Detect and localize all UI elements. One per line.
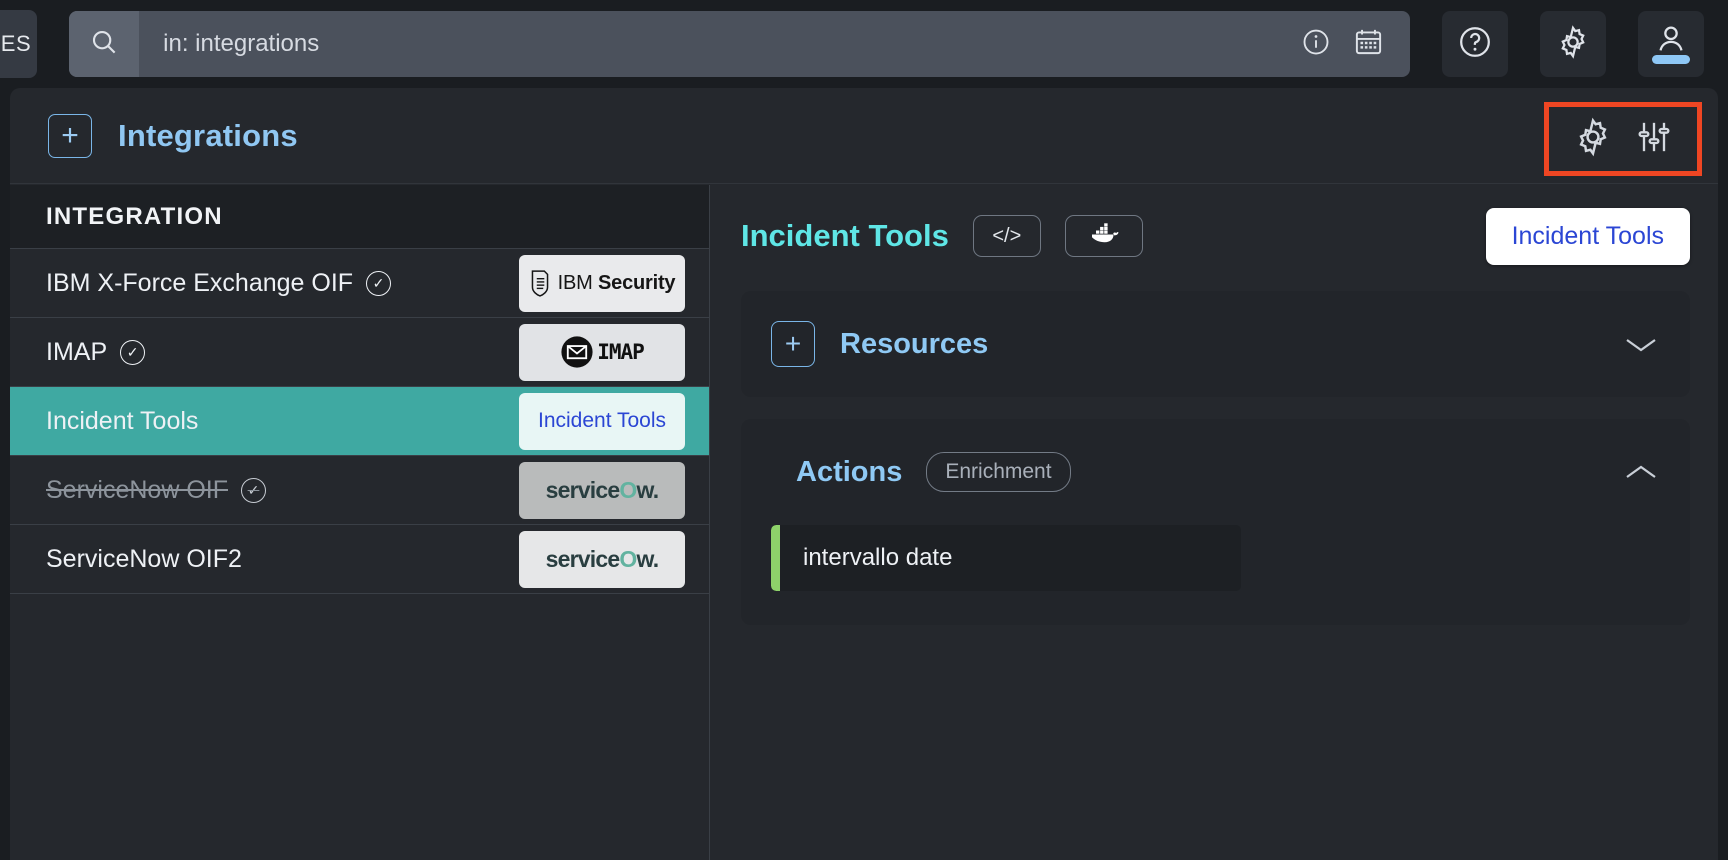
page-title: Integrations bbox=[118, 118, 298, 154]
add-resource-button[interactable]: + bbox=[771, 321, 815, 367]
chevron-up-icon[interactable] bbox=[1622, 460, 1660, 484]
search-input[interactable] bbox=[139, 11, 1275, 77]
code-icon: </> bbox=[992, 225, 1021, 248]
panel-tools-highlight bbox=[1544, 102, 1702, 176]
search-bar[interactable] bbox=[69, 11, 1410, 77]
actions-body: intervallo date bbox=[741, 525, 1690, 625]
detail-title: Incident Tools bbox=[741, 218, 949, 254]
integration-logo-text: serviceΟw. bbox=[546, 477, 659, 504]
docker-button[interactable] bbox=[1065, 215, 1143, 257]
verified-check-icon: ✓ bbox=[366, 271, 391, 296]
integration-name: IMAP ✓ bbox=[46, 338, 519, 367]
integration-name-text: ServiceNow OIF bbox=[46, 476, 228, 505]
status-badge: Incident Tools bbox=[1486, 208, 1690, 265]
docker-whale-icon bbox=[1087, 220, 1121, 252]
integration-logo-text: Incident Tools bbox=[538, 409, 666, 433]
calendar-icon[interactable] bbox=[1353, 26, 1384, 62]
integration-logo: serviceΟw. bbox=[519, 462, 685, 519]
detail-header: Incident Tools </> Incident Tools bbox=[741, 203, 1690, 269]
nav-stub-label: ES bbox=[1, 31, 31, 57]
user-accent-bar bbox=[1652, 55, 1690, 64]
integration-name-text: IBM X-Force Exchange OIF bbox=[46, 269, 353, 298]
resources-title: Resources bbox=[840, 328, 988, 361]
integration-name: Incident Tools bbox=[46, 407, 519, 436]
gear-icon bbox=[1555, 24, 1591, 65]
integration-name-text: ServiceNow OIF2 bbox=[46, 545, 242, 574]
action-accent-bar bbox=[771, 525, 780, 591]
integration-name: IBM X-Force Exchange OIF ✓ bbox=[46, 269, 519, 298]
integrations-panel: + Integrations bbox=[10, 88, 1718, 860]
action-label: intervallo date bbox=[771, 544, 952, 572]
plus-icon: + bbox=[61, 121, 79, 151]
actions-card: Actions Enrichment intervallo date bbox=[741, 419, 1690, 625]
integration-logo: IMAP bbox=[519, 324, 685, 381]
integration-name: ServiceNow OIF2 bbox=[46, 545, 519, 574]
search-icon bbox=[89, 27, 119, 62]
integration-list: INTEGRATION IBM X-Force Exchange OIF ✓ I… bbox=[10, 185, 710, 860]
list-item[interactable]: ServiceNow OIF ✓ serviceΟw. bbox=[10, 456, 709, 525]
integration-logo-text: IMAP bbox=[597, 340, 644, 364]
integration-logo: serviceΟw. bbox=[519, 531, 685, 588]
integration-logo: Incident Tools bbox=[519, 393, 685, 450]
help-circle-icon bbox=[1457, 24, 1493, 65]
list-item[interactable]: ServiceNow OIF2 serviceΟw. bbox=[10, 525, 709, 594]
integration-name: ServiceNow OIF ✓ bbox=[46, 476, 519, 505]
list-column-header: INTEGRATION bbox=[10, 185, 709, 249]
integration-logo: IBM Security bbox=[519, 255, 685, 312]
nav-stub[interactable]: ES bbox=[0, 10, 37, 78]
help-button[interactable] bbox=[1442, 11, 1508, 77]
add-integration-button[interactable]: + bbox=[48, 114, 92, 158]
account-button[interactable] bbox=[1638, 11, 1704, 77]
search-button[interactable] bbox=[69, 11, 139, 77]
integration-name-text: IMAP bbox=[46, 338, 107, 367]
top-bar: ES bbox=[0, 0, 1728, 88]
integration-name-text: Incident Tools bbox=[46, 407, 198, 436]
search-tools bbox=[1275, 26, 1410, 62]
chevron-down-icon[interactable] bbox=[1622, 332, 1660, 356]
actions-title: Actions bbox=[796, 456, 902, 489]
settings-button[interactable] bbox=[1540, 11, 1606, 77]
resources-header[interactable]: + Resources bbox=[741, 291, 1690, 397]
integration-logo-text: IBM Security bbox=[558, 272, 676, 295]
list-item-incident-tools[interactable]: Incident Tools Incident Tools bbox=[10, 387, 709, 456]
plus-icon: + bbox=[785, 330, 801, 358]
view-code-button[interactable]: </> bbox=[973, 215, 1041, 257]
verified-check-icon: ✓ bbox=[241, 478, 266, 503]
resources-card: + Resources bbox=[741, 291, 1690, 397]
actions-tag: Enrichment bbox=[926, 452, 1070, 492]
integration-logo-text: serviceΟw. bbox=[546, 546, 659, 573]
sliders-icon[interactable] bbox=[1634, 117, 1674, 162]
integration-detail: Incident Tools </> Incident Tools bbox=[711, 185, 1718, 860]
actions-header[interactable]: Actions Enrichment bbox=[741, 419, 1690, 525]
panel-header: + Integrations bbox=[10, 88, 1718, 184]
list-item[interactable]: IMAP ✓ IMAP bbox=[10, 318, 709, 387]
action-item[interactable]: intervallo date bbox=[771, 525, 1241, 591]
gear-icon[interactable] bbox=[1572, 116, 1614, 163]
info-circle-icon[interactable] bbox=[1301, 27, 1331, 62]
list-item[interactable]: IBM X-Force Exchange OIF ✓ IBM Security bbox=[10, 249, 709, 318]
verified-check-icon: ✓ bbox=[120, 340, 145, 365]
